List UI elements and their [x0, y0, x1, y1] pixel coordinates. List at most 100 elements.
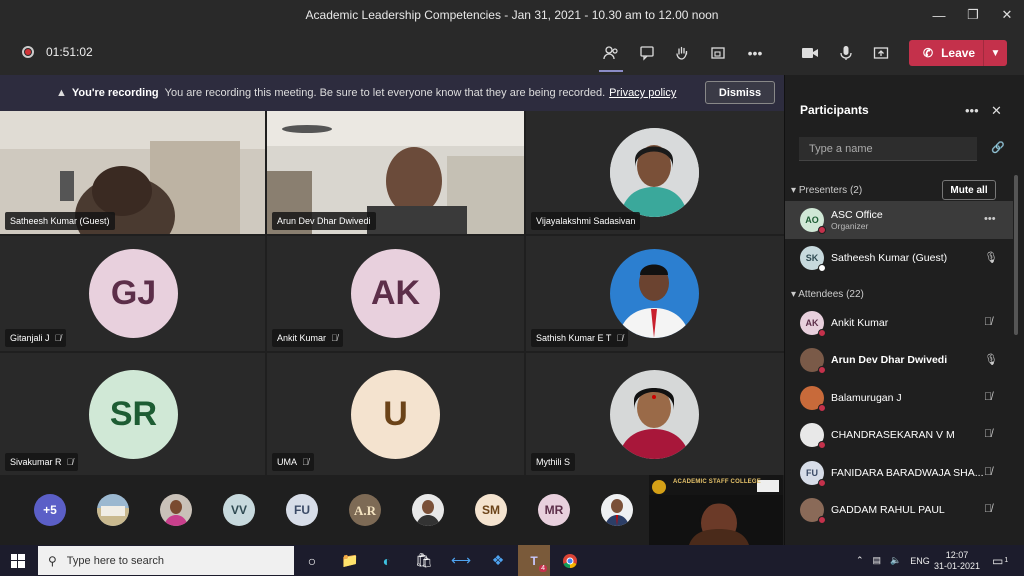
language-indicator[interactable]: ENG [910, 556, 930, 566]
search-input[interactable] [799, 137, 977, 161]
participant-row[interactable]: Balamurugan J 🎙̸ [785, 379, 1013, 417]
avatar [800, 348, 826, 374]
leave-label: Leave [941, 46, 976, 60]
microphone-icon[interactable] [833, 40, 859, 66]
phone-hangup-icon: ✆ [923, 46, 934, 60]
leave-button[interactable]: ✆ Leave ▼ [909, 40, 1007, 66]
notification-center-icon[interactable]: ▭ 1 [992, 545, 1008, 576]
avatar[interactable]: A.R [349, 494, 381, 526]
clock[interactable]: 12:07 31-01-2021 [934, 545, 980, 576]
video-tile[interactable]: U UMA 🎙̸ [267, 353, 524, 475]
participant-name: ASC Office [831, 209, 883, 221]
scrollbar[interactable] [1014, 175, 1018, 335]
video-tile[interactable]: Arun Dev Dhar Dwivedi [267, 111, 524, 234]
overflow-count[interactable]: +5 [34, 494, 66, 526]
video-tile[interactable]: GJ Gitanjali J 🎙̸ [0, 236, 265, 351]
volume-icon[interactable]: 🔈 [890, 555, 901, 566]
task-view-icon[interactable]: ○ [300, 549, 324, 572]
avatar[interactable]: MR [538, 494, 570, 526]
close-icon[interactable]: ✕ [991, 103, 1002, 119]
dropbox-icon[interactable]: ❖ [486, 549, 510, 572]
video-tile[interactable]: AK Ankit Kumar 🎙̸ [267, 236, 524, 351]
window-title: Academic Leadership Competencies - Jan 3… [305, 8, 719, 22]
mic-off-icon[interactable]: 🎙̸ [984, 466, 992, 478]
store-icon[interactable]: 🛍 [412, 549, 436, 572]
participant-row[interactable]: AO ASC Office Organizer ••• [785, 201, 1013, 239]
network-icon[interactable]: ▤ [873, 555, 882, 566]
share-link-icon[interactable]: 🔗 [991, 141, 1005, 154]
more-options-icon[interactable]: ••• [984, 213, 996, 225]
mic-off-icon: 🎙̸ [54, 333, 62, 343]
tile-name: Sivakumar R 🎙̸ [5, 453, 79, 471]
avatar: SR [89, 370, 178, 459]
participant-row[interactable]: SK Satheesh Kumar (Guest) 🎙 [785, 239, 1013, 277]
tile-name: Arun Dev Dhar Dwivedi [272, 212, 376, 230]
edge-icon[interactable]: ◐ [375, 549, 399, 572]
chrome-icon[interactable] [558, 549, 582, 572]
raise-hand-icon[interactable] [669, 40, 695, 66]
dismiss-button[interactable]: Dismiss [705, 81, 775, 104]
restore-icon[interactable]: ❐ [956, 0, 990, 30]
video-tile[interactable]: Satheesh Kumar (Guest) [0, 111, 265, 234]
mic-off-icon[interactable]: 🎙̸ [984, 503, 992, 515]
close-icon[interactable]: ✕ [990, 0, 1024, 30]
tile-name: Vijayalakshmi Sadasivan [531, 212, 641, 230]
participants-icon[interactable] [598, 40, 624, 72]
warning-icon: ▲ [56, 87, 67, 99]
share-screen-icon[interactable] [868, 40, 894, 66]
more-options-icon[interactable]: ••• [742, 40, 768, 66]
presenters-header[interactable]: ▾ Presenters (2) [791, 185, 862, 196]
mic-off-icon[interactable]: 🎙̸ [984, 428, 992, 440]
rooms-icon[interactable] [705, 40, 731, 66]
file-explorer-icon[interactable]: 📁 [338, 549, 362, 572]
participant-row[interactable]: GADDAM RAHUL PAUL 🎙̸ [785, 491, 1013, 529]
microphone-icon[interactable]: 🎙 [984, 353, 998, 366]
participants-panel: Participants ••• ✕ 🔗 ▾ Presenters (2) Mu… [784, 75, 1024, 545]
windows-start-icon[interactable] [6, 549, 30, 572]
avatar[interactable] [601, 494, 633, 526]
avatar [800, 498, 826, 524]
participant-name: Arun Dev Dhar Dwivedi [831, 354, 948, 366]
status-badge [818, 226, 826, 234]
avatar[interactable] [412, 494, 444, 526]
chevron-down-icon[interactable]: ▼ [983, 40, 1007, 66]
video-tile[interactable]: SR Sivakumar R 🎙̸ [0, 353, 265, 475]
status-badge [818, 441, 826, 449]
attendees-header[interactable]: ▾ Attendees (22) [791, 289, 864, 300]
chat-icon[interactable] [634, 40, 660, 66]
participant-row[interactable]: Arun Dev Dhar Dwivedi 🎙 [785, 341, 1013, 379]
video-tile[interactable]: Mythili S [526, 353, 784, 475]
meeting-toolbar: 01:51:02 ••• ✆ Leave ▼ [0, 30, 1024, 75]
participant-row[interactable]: FU FANIDARA BARADWAJA SHA... 🎙̸ [785, 454, 1013, 492]
teams-icon[interactable]: T 4 [518, 545, 550, 576]
more-options-icon[interactable]: ••• [965, 103, 979, 118]
participant-row[interactable]: AK Ankit Kumar 🎙̸ [785, 304, 1013, 342]
avatar[interactable]: SM [475, 494, 507, 526]
status-badge [818, 404, 826, 412]
chevron-up-icon[interactable]: ⌃ [856, 555, 864, 566]
video-feed [649, 475, 783, 545]
taskbar-search[interactable]: ⚲ Type here to search [38, 546, 294, 575]
mute-all-button[interactable]: Mute all [942, 180, 996, 200]
avatar[interactable] [160, 494, 192, 526]
privacy-policy-link[interactable]: Privacy policy [609, 87, 676, 99]
avatar: GJ [89, 249, 178, 338]
participant-row[interactable]: CHANDRASEKARAN V M 🎙̸ [785, 416, 1013, 454]
avatar [610, 370, 699, 459]
video-tile[interactable]: Sathish Kumar E T 🎙̸ [526, 236, 784, 351]
microphone-icon[interactable]: 🎙 [984, 251, 998, 264]
avatar[interactable] [97, 494, 129, 526]
minimize-icon[interactable]: — [922, 0, 956, 30]
avatar [800, 386, 826, 412]
mic-off-icon[interactable]: 🎙̸ [984, 391, 992, 403]
video-tile[interactable]: Vijayalakshmi Sadasivan [526, 111, 784, 234]
mic-off-icon: 🎙̸ [302, 457, 309, 467]
vscode-icon[interactable]: ⟷ [449, 549, 473, 572]
mic-off-icon[interactable]: 🎙̸ [984, 316, 992, 328]
avatar[interactable]: VV [223, 494, 255, 526]
svg-text:A.R: A.R [354, 503, 377, 518]
avatar[interactable]: FU [286, 494, 318, 526]
avatar: SK [800, 246, 826, 272]
shared-video[interactable]: ACADEMIC STAFF COLLEGE [649, 475, 783, 545]
camera-icon[interactable] [797, 40, 823, 66]
